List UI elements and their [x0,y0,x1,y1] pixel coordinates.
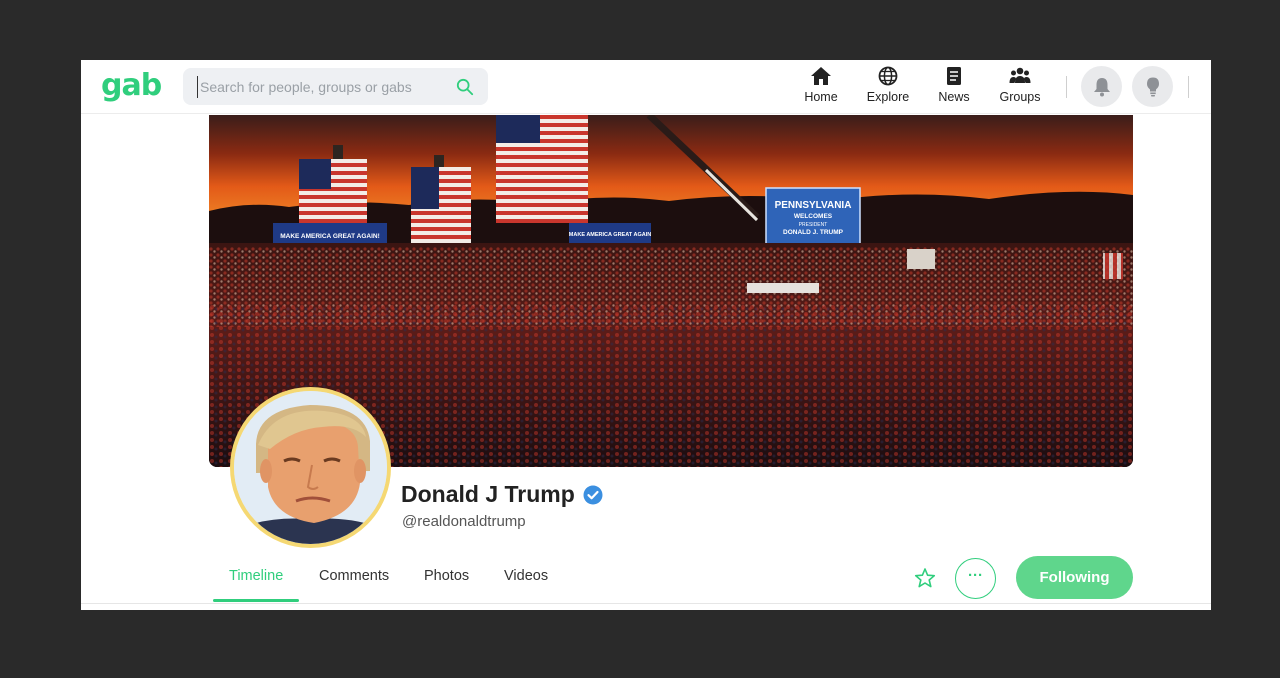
lightbulb-button[interactable] [1132,66,1173,107]
divider [1188,76,1189,98]
nav-groups[interactable]: Groups [998,66,1042,110]
gab-logo[interactable]: gab [101,68,162,103]
bell-icon [1094,78,1110,97]
nav-home[interactable]: Home [803,66,839,110]
more-options-button[interactable]: ··· [955,558,996,599]
search-input[interactable] [197,76,447,98]
sign-line-3: PRESIDENT [799,222,828,228]
search-box[interactable] [183,68,488,105]
top-navigation-bar: gab Home Explore [81,60,1211,114]
divider [1066,76,1067,98]
favorite-star-icon[interactable] [914,567,936,589]
nav-news-label: News [938,90,970,104]
group-icon [1009,67,1031,83]
profile-handle: @realdonaldtrump [402,513,526,530]
tab-comments[interactable]: Comments [319,568,389,584]
tab-videos[interactable]: Videos [504,568,548,584]
profile-name: Donald J Trump [401,481,575,507]
nav-news[interactable]: News [936,66,972,110]
nav-explore[interactable]: Explore [866,66,910,110]
active-tab-indicator [213,599,299,602]
sign-line-1: PENNSYLVANIA [775,200,852,211]
banner-mid-text: MAKE AMERICA GREAT AGAIN [569,232,651,238]
sign-line-2: WELCOMES [794,213,833,220]
sign-line-4: DONALD J. TRUMP [783,229,844,236]
nav-home-label: Home [804,90,838,104]
lightbulb-icon [1147,77,1159,97]
tab-photos[interactable]: Photos [424,568,469,584]
notifications-button[interactable] [1081,66,1122,107]
nav-explore-label: Explore [866,90,910,104]
verified-badge-icon [583,485,603,504]
following-button[interactable]: Following [1016,556,1133,599]
globe-icon [878,66,898,86]
nav-groups-label: Groups [999,90,1041,104]
home-icon [811,67,831,85]
profile-name-row: Donald J Trump [401,481,603,508]
browser-window: gab Home Explore [81,60,1211,610]
banner-left-text: MAKE AMERICA GREAT AGAIN! [280,233,380,240]
document-icon [947,67,961,85]
profile-avatar[interactable] [230,387,391,548]
search-icon[interactable] [456,78,474,96]
divider [81,603,1211,604]
tab-timeline[interactable]: Timeline [229,568,283,584]
